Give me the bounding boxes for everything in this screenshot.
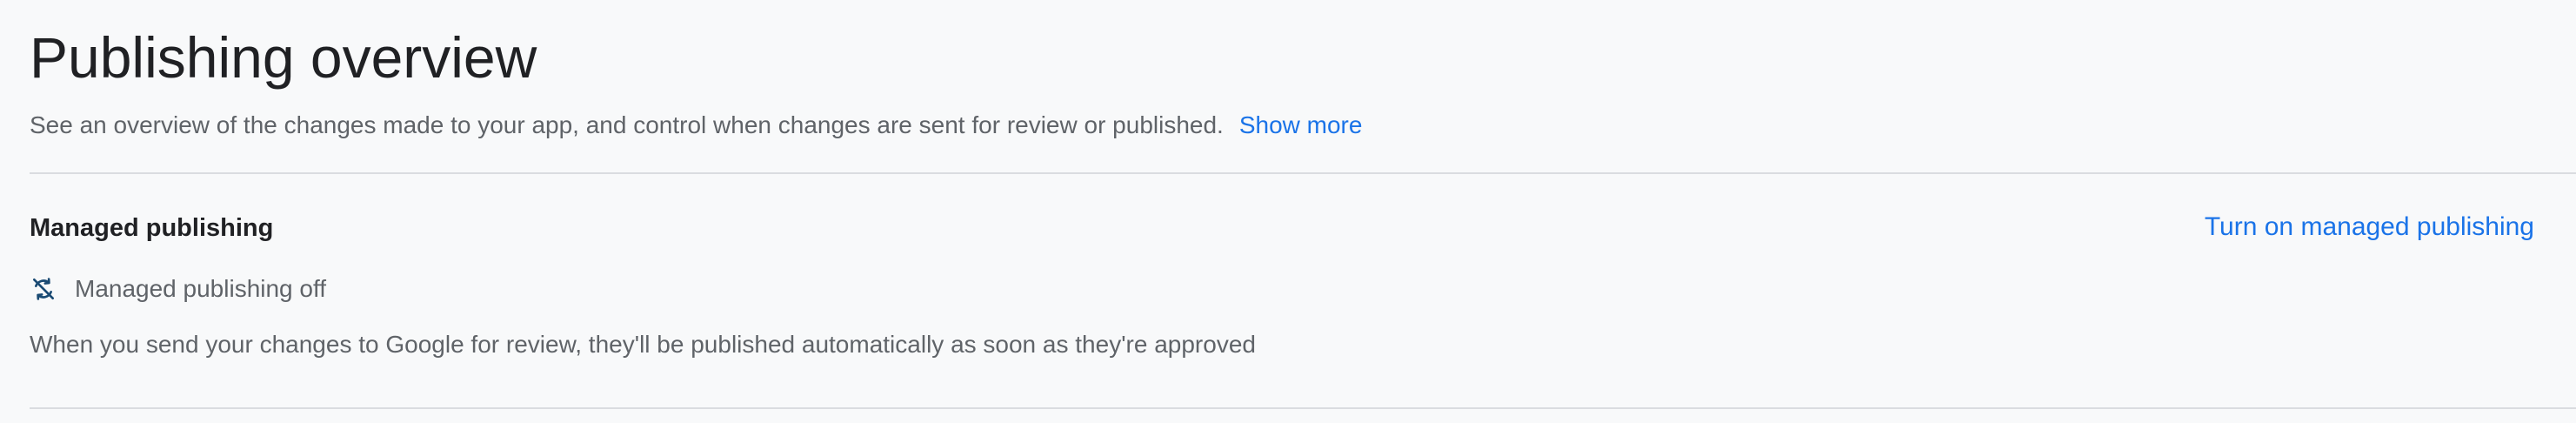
sync-disabled-icon: [30, 275, 57, 303]
managed-publishing-description: When you send your changes to Google for…: [30, 331, 1256, 358]
page-title: Publishing overview: [30, 25, 537, 90]
show-more-link[interactable]: Show more: [1239, 111, 1363, 139]
section-divider-top: [30, 172, 2576, 174]
section-divider-bottom: [30, 407, 2576, 409]
managed-publishing-title: Managed publishing: [30, 214, 274, 242]
page-subtitle-row: See an overview of the changes made to y…: [30, 108, 1362, 143]
turn-on-managed-publishing-link[interactable]: Turn on managed publishing: [2205, 212, 2534, 242]
managed-publishing-status-text: Managed publishing off: [75, 275, 327, 302]
managed-publishing-status: Managed publishing off: [30, 272, 326, 306]
page-subtitle: See an overview of the changes made to y…: [30, 111, 1224, 138]
publishing-overview-page: Publishing overview See an overview of t…: [0, 0, 2576, 423]
